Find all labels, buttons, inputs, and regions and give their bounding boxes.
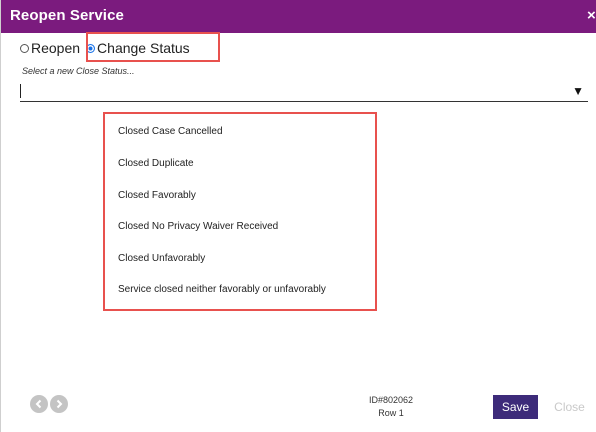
text-cursor (20, 84, 21, 98)
dropdown-item-closed-case-cancelled[interactable]: Closed Case Cancelled (118, 126, 223, 137)
reopen-service-dialog: Reopen Service × Reopen Change Status Se… (0, 0, 596, 432)
mode-radio-group: Reopen Change Status (20, 38, 190, 58)
radio-change-status-label: Change Status (97, 40, 190, 56)
dropdown-item-closed-duplicate[interactable]: Closed Duplicate (118, 158, 194, 169)
save-button[interactable]: Save (493, 395, 538, 419)
chevron-left-icon[interactable] (30, 395, 48, 413)
dialog-title: Reopen Service (10, 7, 124, 24)
dropdown-arrow-icon[interactable]: ▼ (572, 84, 584, 98)
radio-reopen-indicator[interactable] (20, 43, 29, 53)
radio-change-status-indicator[interactable] (86, 43, 96, 53)
record-id: ID#802062 (368, 395, 414, 405)
radio-reopen[interactable]: Reopen (20, 40, 80, 56)
dropdown-item-closed-unfavorably[interactable]: Closed Unfavorably (118, 253, 205, 264)
close-button[interactable]: Close (547, 395, 592, 419)
close-status-label: Select a new Close Status... (22, 66, 135, 76)
dropdown-item-service-closed-neither[interactable]: Service closed neither favorably or unfa… (118, 284, 326, 295)
chevron-right-icon[interactable] (50, 395, 68, 413)
close-status-select[interactable]: ▼ (20, 80, 588, 102)
record-row: Row 1 (378, 408, 404, 418)
close-icon[interactable]: × (587, 7, 596, 24)
close-status-dropdown-list: Closed Case Cancelled Closed Duplicate C… (103, 112, 377, 311)
radio-reopen-label: Reopen (31, 40, 81, 56)
record-info: ID#802062 Row 1 (361, 394, 421, 420)
dialog-titlebar: Reopen Service × (1, 0, 596, 33)
dropdown-item-closed-favorably[interactable]: Closed Favorably (118, 190, 196, 201)
radio-change-status[interactable]: Change Status (86, 40, 190, 56)
dropdown-item-closed-no-privacy-waiver[interactable]: Closed No Privacy Waiver Received (118, 221, 278, 232)
